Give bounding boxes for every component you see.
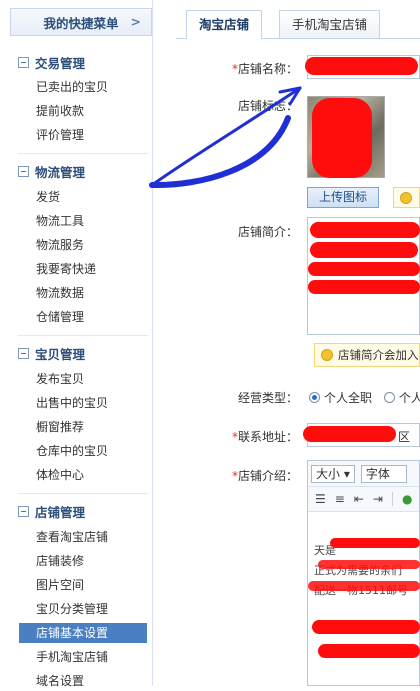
annotation-arrow <box>149 86 302 189</box>
